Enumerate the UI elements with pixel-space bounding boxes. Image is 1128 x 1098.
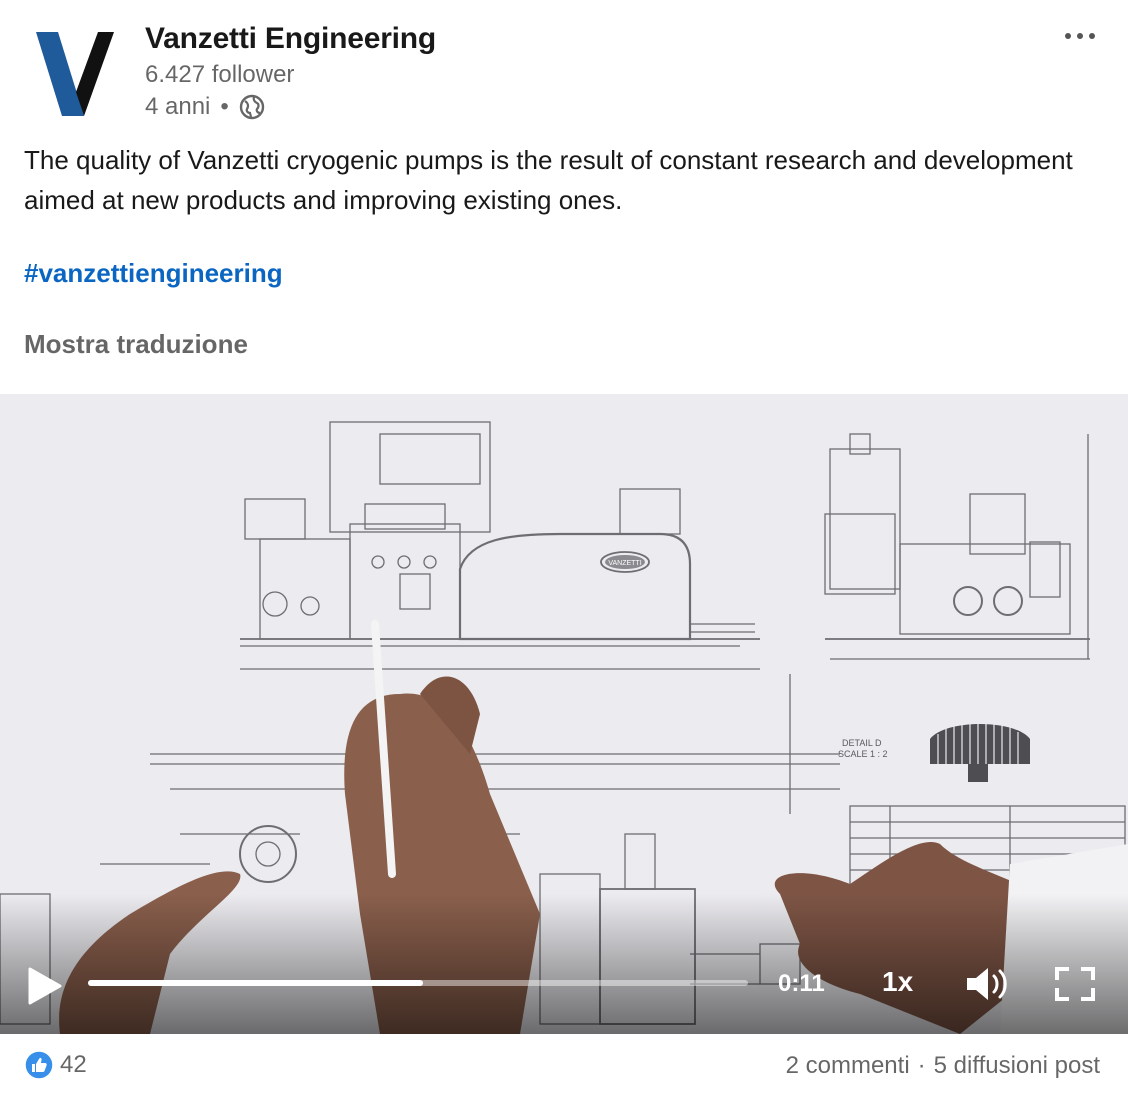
- video-frame: DETAIL D SCALE 1 : 2 VANZETTI: [0, 394, 1128, 1034]
- fullscreen-icon[interactable]: [1054, 966, 1096, 1002]
- follower-count: 6.427 follower: [145, 61, 295, 88]
- scale-label: SCALE 1 : 2: [838, 749, 888, 759]
- like-icon: [24, 1050, 54, 1080]
- video-progress-fill: [88, 980, 424, 986]
- social-separator: ·: [917, 1052, 926, 1079]
- video-progress-bar[interactable]: [88, 980, 748, 986]
- author-name[interactable]: Vanzetti Engineering: [145, 22, 436, 56]
- shares-count-link[interactable]: 5 diffusioni post: [934, 1052, 1100, 1080]
- show-translation-button[interactable]: Mostra traduzione: [24, 329, 248, 360]
- nameplate-label: VANZETTI: [608, 560, 641, 567]
- play-icon[interactable]: [24, 966, 64, 1006]
- post-age: 4 anni: [145, 93, 211, 120]
- video-player[interactable]: DETAIL D SCALE 1 : 2 VANZETTI: [0, 394, 1128, 1034]
- reaction-count: 42: [60, 1051, 87, 1078]
- post-meta: 4 anni •: [145, 93, 265, 121]
- volume-icon[interactable]: [964, 966, 1010, 1002]
- company-logo[interactable]: [24, 24, 128, 124]
- more-icon[interactable]: [1060, 24, 1100, 48]
- detail-label: DETAIL D: [842, 738, 882, 748]
- reactions[interactable]: 42: [24, 1050, 87, 1080]
- social-counts: 2 commenti · 5 diffusioni post: [786, 1052, 1100, 1080]
- video-time: 0:11: [778, 970, 825, 997]
- feed-post: Vanzetti Engineering 6.427 follower 4 an…: [0, 0, 1128, 1098]
- playback-speed-button[interactable]: 1x: [882, 966, 913, 998]
- hashtag-link[interactable]: #vanzettiengineering: [24, 258, 283, 289]
- comments-count-link[interactable]: 2 commenti: [786, 1052, 910, 1080]
- post-text: The quality of Vanzetti cryogenic pumps …: [24, 145, 1073, 215]
- meta-separator: •: [220, 93, 229, 120]
- globe-icon: [239, 94, 265, 120]
